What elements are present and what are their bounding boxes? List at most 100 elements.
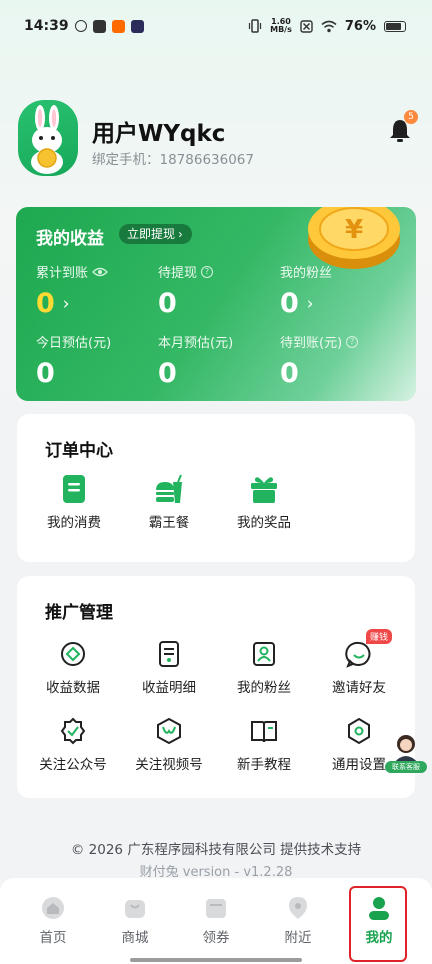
withdraw-button-label: 立即提现: [127, 227, 176, 241]
fans-portrait-icon: [253, 642, 275, 666]
eye-icon[interactable]: [92, 267, 108, 277]
app-notification-icon: [74, 20, 87, 32]
clock: 14:39: [24, 18, 69, 34]
stat-value: 0: [280, 288, 299, 319]
promo-follow-video-channel[interactable]: 关注视频号: [121, 716, 217, 773]
shopping-bag-icon: [125, 900, 145, 918]
stat-total-received[interactable]: 累计到账 0 ›: [36, 262, 108, 319]
promotion-card: 推广管理 收益数据 收益明细 我的粉丝 赚钱 邀请好友 关注公众号 关注视频号 …: [17, 576, 415, 798]
customer-service-button[interactable]: 联系客服: [385, 730, 427, 776]
battery-percent: 76%: [344, 18, 376, 34]
notification-button[interactable]: 5: [388, 110, 418, 144]
stat-label: 累计到账: [36, 266, 89, 281]
promo-item-label: 收益明细: [142, 680, 196, 696]
stat-value: 0: [36, 358, 55, 389]
promo-my-fans[interactable]: 我的粉丝: [216, 639, 312, 696]
app-notification-icon: [130, 19, 144, 33]
stat-pending-arrival: 待到账(元)? 0: [280, 332, 359, 389]
agent-avatar-icon: [393, 735, 419, 764]
gift-icon: [251, 477, 277, 503]
promo-invite-friends[interactable]: 赚钱 邀请好友: [311, 629, 407, 696]
rabbit-avatar-icon: [31, 105, 63, 174]
tab-coupons[interactable]: 领券: [186, 896, 246, 946]
order-center-title: 订单中心: [45, 441, 113, 461]
footer: © 2026 广东程序园科技有限公司 提供技术支持 财付兔 version - …: [0, 838, 432, 880]
username: 用户WYqkc: [92, 121, 226, 147]
promo-item-label: 通用设置: [332, 757, 386, 773]
help-icon[interactable]: ?: [201, 265, 214, 278]
gesture-home-bar[interactable]: [130, 958, 302, 962]
stat-value: 0: [158, 358, 177, 389]
money-tag: 赚钱: [366, 629, 393, 644]
order-my-prizes[interactable]: 我的奖品: [216, 474, 312, 531]
earnings-card: 我的收益 立即提现 › ¥ 累计到账 0 › 待提现? 0 我的粉丝 0 › 今日预…: [16, 207, 416, 401]
promo-beginner-tutorial[interactable]: 新手教程: [216, 716, 312, 773]
stat-label: 待到账(元): [280, 336, 343, 351]
diamond-data-icon: [61, 642, 85, 666]
stat-value: 0: [158, 288, 177, 319]
tab-label: 附近: [284, 930, 312, 946]
battery-icon: [384, 20, 406, 32]
promo-item-label: 新手教程: [237, 757, 291, 773]
order-center-card: 订单中心 我的消费 霸王餐 我的奖品: [17, 414, 415, 562]
tab-home[interactable]: 首页: [23, 896, 83, 946]
promo-item-label: 收益数据: [46, 680, 100, 696]
order-item-label: 我的消费: [47, 515, 101, 531]
order-free-meal[interactable]: 霸王餐: [121, 474, 217, 531]
chevron-right-icon: ›: [306, 293, 314, 314]
network-speed-unit: MB/s: [270, 25, 292, 34]
promo-item-label: 邀请好友: [332, 680, 386, 696]
status-right: 1.60 MB/s 76%: [248, 18, 406, 34]
vibrate-icon: [249, 19, 262, 33]
app-notification-icon: [111, 19, 125, 33]
help-icon[interactable]: ?: [346, 335, 359, 348]
stat-label: 我的粉丝: [280, 266, 333, 281]
status-left: 14:39: [24, 18, 144, 34]
wifi-icon: [321, 20, 337, 32]
tab-label: 商城: [121, 930, 149, 946]
promotion-title: 推广管理: [45, 603, 113, 623]
bound-phone: 绑定手机：18786636067: [92, 152, 254, 168]
copyright-text: © 2026 广东程序园科技有限公司 提供技术支持: [70, 842, 362, 858]
tab-label: 首页: [39, 930, 67, 946]
svg-text:¥: ¥: [345, 215, 363, 245]
customer-service-label: 联系客服: [385, 761, 427, 773]
tab-mall[interactable]: 商城: [105, 896, 165, 946]
badge-check-icon: [60, 717, 86, 745]
burger-drink-icon: [156, 474, 182, 503]
status-bar: 14:39 1.60 MB/s 76%: [0, 0, 432, 52]
promo-follow-official-account[interactable]: 关注公众号: [25, 716, 121, 773]
earnings-title: 我的收益: [36, 229, 104, 249]
chevron-right-icon: ›: [62, 293, 70, 314]
location-pin-icon: [289, 897, 307, 919]
tab-nearby[interactable]: 附近: [268, 896, 328, 946]
receipt-icon: [63, 475, 85, 503]
withdraw-button[interactable]: 立即提现 ›: [119, 224, 193, 244]
promo-earnings-details[interactable]: 收益明细: [121, 639, 217, 696]
stat-label: 本月预估(元): [158, 336, 234, 351]
document-list-icon: [159, 641, 179, 667]
app-notification-icon: [92, 19, 106, 33]
promo-item-label: 关注公众号: [39, 757, 107, 773]
active-tab-highlight: [349, 886, 407, 962]
avatar[interactable]: [18, 100, 78, 176]
coupon-icon: [206, 899, 226, 918]
sim-off-icon: [300, 19, 313, 33]
stat-pending-withdraw: 待提现? 0: [158, 262, 214, 319]
home-icon: [42, 897, 64, 919]
promo-item-label: 我的粉丝: [237, 680, 291, 696]
stat-value: 0: [280, 358, 299, 389]
tab-label: 领券: [202, 930, 230, 946]
stat-value: 0: [36, 288, 55, 319]
settings-icon: [348, 717, 370, 745]
stat-my-fans[interactable]: 我的粉丝 0 ›: [280, 262, 332, 319]
profile-header: 用户WYqkc 绑定手机：18786636067 5: [18, 100, 418, 180]
order-my-consumption[interactable]: 我的消费: [26, 474, 122, 531]
video-channel-icon: [157, 717, 181, 745]
network-speed: 1.60 MB/s: [270, 18, 292, 34]
promo-earnings-data[interactable]: 收益数据: [25, 639, 121, 696]
stat-label: 待提现: [158, 266, 198, 281]
order-item-label: 霸王餐: [148, 515, 190, 531]
promo-item-label: 关注视频号: [135, 757, 203, 773]
notification-badge: 5: [404, 110, 418, 124]
